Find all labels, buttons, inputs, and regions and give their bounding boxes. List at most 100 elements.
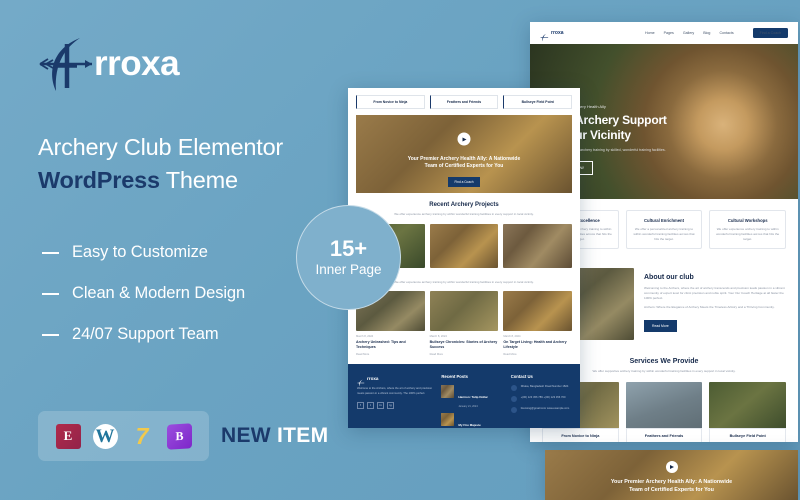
feature-item: 24/07 Support Team [42, 325, 245, 344]
play-icon[interactable] [457, 132, 471, 146]
twitter-icon[interactable]: t [367, 401, 374, 409]
banner-line-1: Your Premier Archery Health Ally: A Nati… [407, 155, 521, 162]
brand-name: rroxa [94, 44, 180, 83]
service-tabs: From Novice to Ninja Feathers and Friend… [348, 88, 580, 115]
mail-icon [510, 407, 517, 414]
banner-text: Your Premier Archery Health Ally: A Nati… [356, 156, 572, 189]
facebook-icon[interactable]: f [357, 401, 364, 409]
tab-bullseye-field-point[interactable]: Bullseye Field Point [503, 95, 573, 109]
service-card[interactable]: Feathers and Friends [625, 381, 703, 442]
new-word: NEW [221, 424, 271, 447]
footer-contact-email[interactable]: licensing@gmail.com www.example.com [521, 407, 570, 411]
seven-icon: 7 [135, 422, 149, 449]
footer-post-item[interactable]: My Fire Majeste February 18, 2024 [441, 412, 501, 428]
service-label: From Novice to Ninja [542, 427, 619, 442]
feature-item: Easy to Customize [42, 243, 245, 262]
services-subtitle: We offer supportive archery training by … [592, 369, 736, 374]
footer-post-thumb [441, 385, 455, 399]
blog-card[interactable]: March 8, 2024 Bullseye Chronicles: Stori… [429, 291, 499, 356]
bottom-video-banner: Your Premier Archery Health Ally: A Nati… [545, 450, 798, 500]
new-item-label: NEW ITEM [221, 424, 328, 448]
headline-line-1: Archery Club Elementor [38, 134, 284, 160]
footer-post-thumb [441, 412, 455, 426]
footer-about-column: rroxa Welcome to the Archers, where the … [357, 374, 432, 428]
phone-icon [510, 396, 517, 403]
linkedin-icon[interactable]: in [377, 401, 384, 409]
blog-date: March 8, 2024 [356, 335, 374, 338]
about-content: About our club Welcoming to the Archers,… [644, 268, 786, 333]
footer-contact-item: Dhaka, Bangladesh Road Number 1824 [510, 385, 571, 392]
find-a-coach-button[interactable]: Find a Coach [752, 28, 788, 38]
blog-title: On Target Living: Health and Archery Lif… [503, 340, 567, 350]
service-label: Bullseye Field Point [709, 427, 787, 442]
footer-about-text: Welcome to the Archers, where the art of… [357, 387, 433, 395]
footer-brand-name: rroxa [367, 375, 379, 381]
blog-photo [503, 291, 573, 331]
footer-posts-column: Recent Posts Harmon: Tulip Dollar Januar… [441, 374, 501, 428]
bow-arrow-logo-icon [357, 374, 365, 387]
location-icon [510, 385, 517, 392]
about-paragraph-2: Archers: Where the Elegance of Archery M… [644, 305, 775, 310]
card-title: Cultural Workshops [727, 218, 768, 223]
dash-icon [42, 333, 59, 336]
item-word: ITEM [277, 424, 329, 447]
bow-arrow-logo-icon [540, 29, 549, 41]
bootstrap-icon: B [166, 422, 192, 450]
blog-date: March 8, 2024 [503, 335, 521, 338]
headline-theme: Theme [159, 167, 238, 194]
blog-photo [429, 291, 499, 331]
blog-list: March 8, 2024 Archery Unleashed: Tips an… [356, 291, 573, 356]
about-title: About our club [644, 274, 694, 282]
nav-link-pages[interactable]: Pages [664, 31, 674, 35]
page-title: Archery Club Elementor WordPress Theme [38, 131, 338, 198]
feature-list: Easy to Customize Clean & Modern Design … [42, 243, 245, 366]
projects-subtitle: We offer experience archery training by … [394, 212, 534, 216]
blog-read-more[interactable]: Read More [430, 353, 499, 356]
tab-from-novice-to-ninja[interactable]: From Novice to Ninja [356, 95, 425, 109]
blog-title: Bullseye Chronicles: Stories of Archery … [429, 340, 498, 350]
nav-link-gallery[interactable]: Gallery [683, 31, 694, 35]
footer-post-item[interactable]: Harmon: Tulip Dollar January 21, 2024 [441, 385, 501, 408]
feature-label: Easy to Customize [72, 243, 208, 261]
dash-icon [42, 251, 59, 254]
inner-page-count: 15+ [329, 235, 368, 261]
blog-subtitle: We offer experience archery training by … [394, 279, 534, 284]
instagram-icon[interactable]: ig [387, 401, 394, 409]
play-icon[interactable] [665, 461, 678, 473]
headline-line-2: WordPress Theme [38, 164, 338, 197]
footer-post-title: My Fire Majeste [458, 422, 481, 427]
nav-link-blog[interactable]: Blog [703, 31, 710, 35]
bottom-banner-line-1: Your Premier Archery Health Ally: A Nati… [610, 479, 733, 485]
nav-link-home[interactable]: Home [645, 31, 655, 35]
project-photo[interactable] [429, 223, 499, 268]
dash-icon [42, 292, 59, 295]
banner-find-coach-button[interactable]: Find a Coach [447, 177, 481, 188]
blog-title: Archery Unleashed: Tips and Techniques [356, 340, 406, 350]
footer-contact-item: licensing@gmail.com www.example.com [510, 407, 571, 414]
banner-line-2: Team of Certified Experts for You [424, 162, 504, 169]
card-description: We offer experience archery training to … [716, 227, 780, 241]
headline-wordpress: WordPress [38, 167, 160, 194]
site-navbar: rroxa Home Pages Gallery Blog Contacts F… [530, 22, 798, 44]
mockup-bottom-banner: Your Premier Archery Health Ally: A Nati… [545, 450, 798, 500]
elementor-icon: E [55, 423, 81, 449]
bottom-banner-line-2: Team of Certified Experts for You [629, 487, 714, 494]
footer-contact-item: +(00) 123 456 789 +(00) 123 456 700 [510, 396, 571, 403]
service-card[interactable]: Bullseye Field Point [709, 381, 787, 442]
blog-read-more[interactable]: Read More [503, 353, 572, 356]
tab-feathers-and-friends[interactable]: Feathers and Friends [429, 95, 499, 109]
about-paragraph-1: Welcoming to the Archers, where the art … [644, 286, 785, 301]
service-photo [709, 381, 787, 434]
blog-card[interactable]: March 8, 2024 On Target Living: Health a… [503, 291, 573, 356]
about-read-more-button[interactable]: Read More [644, 320, 677, 333]
footer-recent-posts-title: Recent Posts [441, 374, 468, 380]
brand-logo: rroxa [36, 33, 180, 95]
nav-link-contacts[interactable]: Contacts [719, 31, 733, 35]
footer-contact-phone[interactable]: +(00) 123 456 789 +(00) 123 456 700 [521, 396, 566, 400]
footer-logo: rroxa [357, 374, 432, 387]
blog-date: March 8, 2024 [429, 335, 447, 338]
project-photo[interactable] [503, 223, 573, 268]
feature-card: Cultural Workshops We offer experience a… [709, 210, 787, 250]
card-description: We offer a personalized archery training… [633, 227, 695, 241]
blog-read-more[interactable]: Read More [356, 353, 425, 356]
